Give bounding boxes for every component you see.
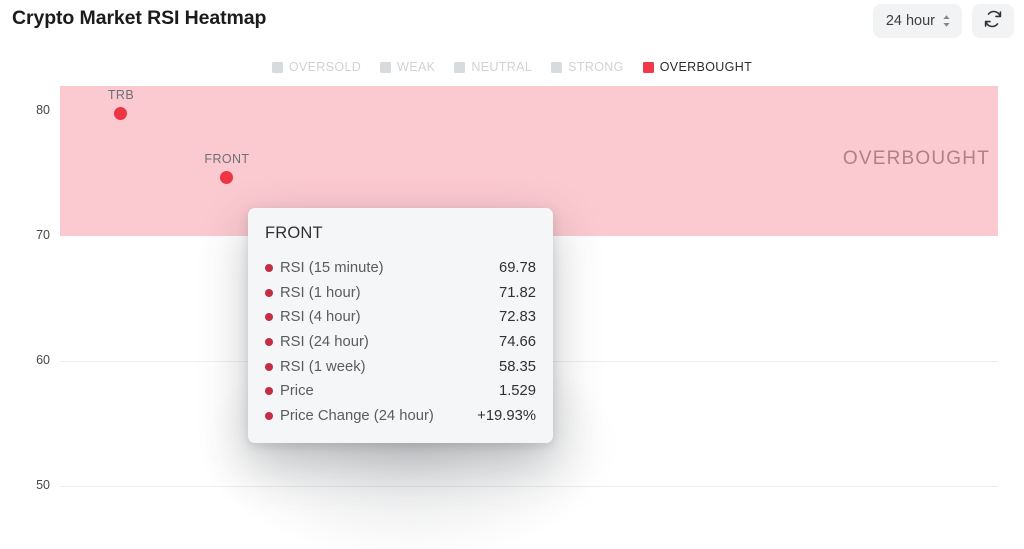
tooltip-row-key: RSI (1 hour) <box>280 284 361 301</box>
tooltip-row-key: Price Change (24 hour) <box>280 407 434 424</box>
tooltip-row: RSI (24 hour) 74.66 <box>265 330 536 355</box>
tooltip-row-key: RSI (15 minute) <box>280 260 384 277</box>
tooltip-row-value: 69.78 <box>498 260 536 277</box>
tooltip-row-key: RSI (24 hour) <box>280 334 369 351</box>
legend-item-oversold[interactable]: OVERSOLD <box>271 60 362 74</box>
tooltip-row: RSI (4 hour) 72.83 <box>265 305 536 330</box>
legend-item-label: OVERSOLD <box>288 60 362 74</box>
app-root: Crypto Market RSI Heatmap 24 hour OVERSO… <box>0 0 1024 549</box>
tooltip-bullet-icon <box>265 338 273 347</box>
tooltip-bullet-icon <box>265 387 273 396</box>
legend-item-label: NEUTRAL <box>471 60 533 74</box>
tooltip-bullet-icon <box>265 411 273 420</box>
point-tooltip: FRONT RSI (15 minute) 69.78 RSI (1 hour) 71… <box>248 208 553 444</box>
timeframe-select[interactable]: 24 hour <box>872 4 962 38</box>
data-point-label-front: FRONT <box>204 151 250 166</box>
legend-swatch-icon <box>551 61 563 73</box>
legend-item-neutral[interactable]: NEUTRAL <box>454 60 532 74</box>
tooltip-row: RSI (15 minute) 69.78 <box>265 256 536 281</box>
chevron-up-down-icon <box>942 14 951 28</box>
tooltip-row-value: 58.35 <box>498 358 536 375</box>
tooltip-bullet-icon <box>265 288 273 297</box>
tooltip-row: Price 1.529 <box>265 379 536 404</box>
tooltip-bullet-icon <box>265 362 273 371</box>
legend-item-label: OVERBOUGHT <box>659 60 753 74</box>
tooltip-row-value: 1.529 <box>498 383 536 400</box>
tooltip-row: Price Change (24 hour) +19.93% <box>265 404 536 429</box>
y-axis-tick-label: 60 <box>36 353 50 368</box>
chart-legend: OVERSOLD WEAK NEUTRAL STRONG OVERBOUGHT <box>0 60 1024 74</box>
refresh-button[interactable] <box>972 4 1014 38</box>
y-axis-tick-label: 70 <box>36 228 50 243</box>
tooltip-row-value: 71.82 <box>498 284 536 301</box>
y-axis-tick-label: 50 <box>36 478 50 493</box>
band-label-overbought: OVERBOUGHT <box>842 148 990 170</box>
tooltip-row: RSI (1 week) 58.35 <box>265 354 536 379</box>
tooltip-row: RSI (1 hour) 71.82 <box>265 281 536 306</box>
gridline <box>60 486 998 488</box>
tooltip-row-value: +19.93% <box>477 407 536 424</box>
tooltip-bullet-icon <box>265 264 273 273</box>
legend-item-overbought[interactable]: OVERBOUGHT <box>642 60 753 74</box>
legend-swatch-icon <box>454 61 466 73</box>
legend-swatch-icon <box>271 61 283 73</box>
tooltip-row-value: 72.83 <box>498 309 536 326</box>
header-controls: 24 hour <box>872 4 1014 38</box>
tooltip-title: FRONT <box>265 224 323 242</box>
legend-swatch-icon <box>642 61 654 73</box>
tooltip-row-key: Price <box>280 383 314 400</box>
tooltip-bullet-icon <box>265 313 273 322</box>
header: Crypto Market RSI Heatmap 24 hour <box>0 0 1024 44</box>
tooltip-row-value: 74.66 <box>498 334 536 351</box>
refresh-icon <box>983 9 1003 34</box>
legend-item-strong[interactable]: STRONG <box>551 60 624 74</box>
tooltip-rows: RSI (15 minute) 69.78 RSI (1 hour) 71.82 RSI… <box>265 256 536 428</box>
timeframe-select-value: 24 hour <box>885 13 935 29</box>
data-point-label-trb: TRB <box>107 87 135 102</box>
page-title: Crypto Market RSI Heatmap <box>12 7 267 29</box>
tooltip-row-key: RSI (4 hour) <box>280 309 361 326</box>
legend-item-weak[interactable]: WEAK <box>380 60 435 74</box>
legend-item-label: STRONG <box>568 60 624 74</box>
legend-item-label: WEAK <box>397 60 436 74</box>
y-axis-tick-label: 80 <box>36 103 50 118</box>
legend-swatch-icon <box>380 61 392 73</box>
tooltip-row-key: RSI (1 week) <box>280 358 366 375</box>
